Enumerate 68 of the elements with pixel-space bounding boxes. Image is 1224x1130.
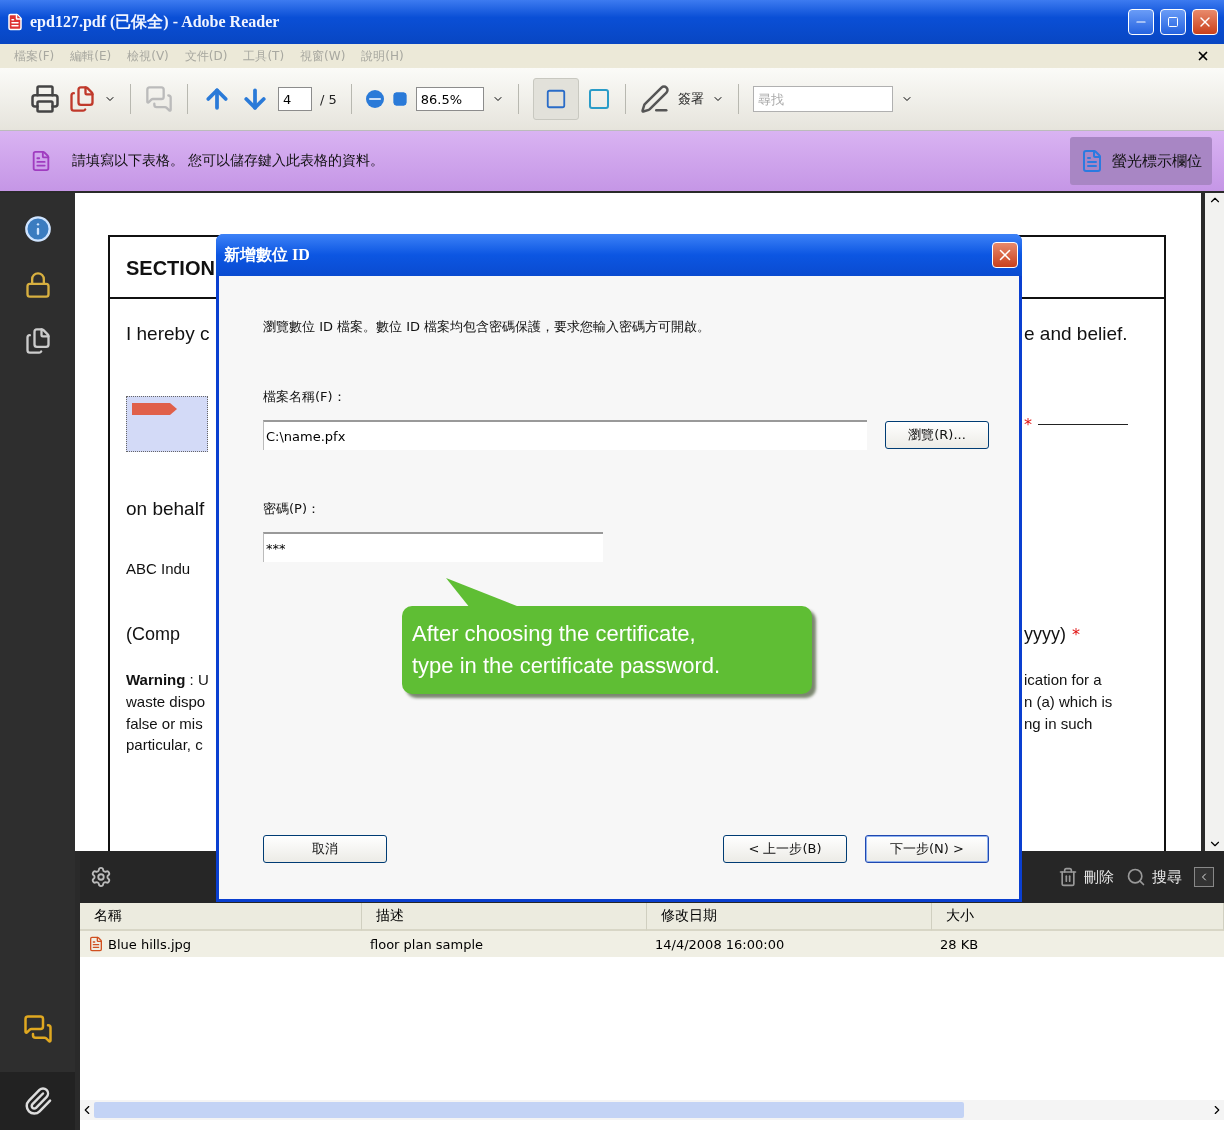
close-button[interactable] [992, 242, 1018, 268]
maximize-button[interactable] [1160, 9, 1186, 35]
table-cell: 28 KB [932, 931, 1224, 957]
back-button[interactable]: < 上一步(B) [723, 835, 847, 863]
close-button[interactable] [1192, 9, 1218, 35]
search-icon [1126, 867, 1146, 887]
highlight-fields-button[interactable]: 螢光標示欄位 [1070, 137, 1212, 185]
form-icon [30, 150, 52, 172]
window-title: epd127.pdf (已保全) - Adobe Reader [30, 11, 281, 33]
sign-menu[interactable]: 簽署 [677, 90, 704, 108]
printer-icon[interactable] [30, 84, 60, 114]
info-icon[interactable] [23, 215, 52, 243]
required-mark: * [1024, 414, 1032, 434]
required-mark: * [1072, 624, 1080, 644]
warning-text: ication for a n (a) which is ng in such [1024, 670, 1113, 734]
close-icon[interactable] [1196, 49, 1210, 63]
table-cell: 14/4/2008 16:00:00 [647, 931, 932, 957]
comments-icon[interactable] [22, 1014, 53, 1044]
zoom-out-icon[interactable] [365, 90, 384, 108]
page-number-field[interactable]: 4 [278, 87, 312, 111]
vertical-scrollbar[interactable] [1205, 193, 1224, 851]
delete-button[interactable]: 刪除 [1058, 867, 1114, 887]
lock-icon[interactable] [23, 271, 52, 299]
image-file-icon [88, 936, 104, 952]
declaration-text: e and belief. [1024, 322, 1128, 347]
search-button[interactable]: 搜尋 [1126, 867, 1182, 887]
pen-icon[interactable] [639, 84, 670, 114]
table-cell[interactable]: Blue hills.jpg [80, 931, 362, 957]
next-button[interactable]: 下一步(N) > [865, 835, 989, 863]
section-heading: SECTION [126, 255, 215, 281]
column-header[interactable]: 修改日期 [647, 903, 932, 931]
behalf-text: on behalf [126, 497, 205, 522]
horizontal-scrollbar[interactable] [80, 1100, 1224, 1120]
form-fields-icon [1080, 149, 1104, 173]
cancel-button[interactable]: 取消 [263, 835, 387, 863]
pages-icon[interactable] [23, 327, 52, 355]
column-header[interactable]: 大小 [932, 903, 1224, 931]
company-label: (Comp [126, 622, 180, 646]
company-name: ABC Indu [126, 559, 191, 580]
page-count: / 5 [320, 91, 337, 107]
date-label: yyyy) [1024, 622, 1066, 646]
table-cell: floor plan sample [362, 931, 647, 957]
maximize-icon [1167, 16, 1179, 28]
attachments-tab[interactable] [0, 1072, 75, 1130]
collapse-button[interactable] [1194, 867, 1214, 887]
pdf-file-icon [6, 13, 24, 31]
column-header[interactable]: 名稱 [80, 903, 362, 931]
password-field[interactable]: *** [263, 532, 603, 562]
file-name: Blue hills.jpg [108, 936, 191, 952]
flag-icon [131, 401, 179, 417]
declaration-text: I hereby c [126, 322, 210, 347]
trash-icon [1058, 867, 1078, 887]
dialog-description: 瀏覽數位 ID 檔案。數位 ID 檔案均包含密碼保護，要求您輸入密碼方可開啟。 [263, 318, 712, 336]
document-icon[interactable] [68, 85, 96, 113]
fit-width-button[interactable] [532, 78, 579, 120]
warning-text: Warning : U waste dispo false or mis particular, c [126, 670, 209, 756]
file-name-field[interactable]: C:\name.pfx [263, 420, 867, 450]
dialog-title: 新增數位 ID [224, 244, 311, 265]
field-label: 密碼(P)： [263, 500, 321, 518]
form-message: 請填寫以下表格。 您可以儲存鍵入此表格的資料。 [72, 152, 386, 170]
signature-field[interactable] [126, 396, 208, 452]
column-header[interactable]: 描述 [362, 903, 647, 931]
gear-icon[interactable] [90, 866, 112, 888]
zoom-field[interactable]: 86.5% [415, 87, 484, 111]
browse-button[interactable]: 瀏覽(R)... [885, 421, 989, 449]
field-label: 檔案名稱(F)： [263, 388, 347, 406]
minimize-button[interactable] [1128, 9, 1154, 35]
search-field[interactable]: 尋找 [752, 86, 893, 112]
